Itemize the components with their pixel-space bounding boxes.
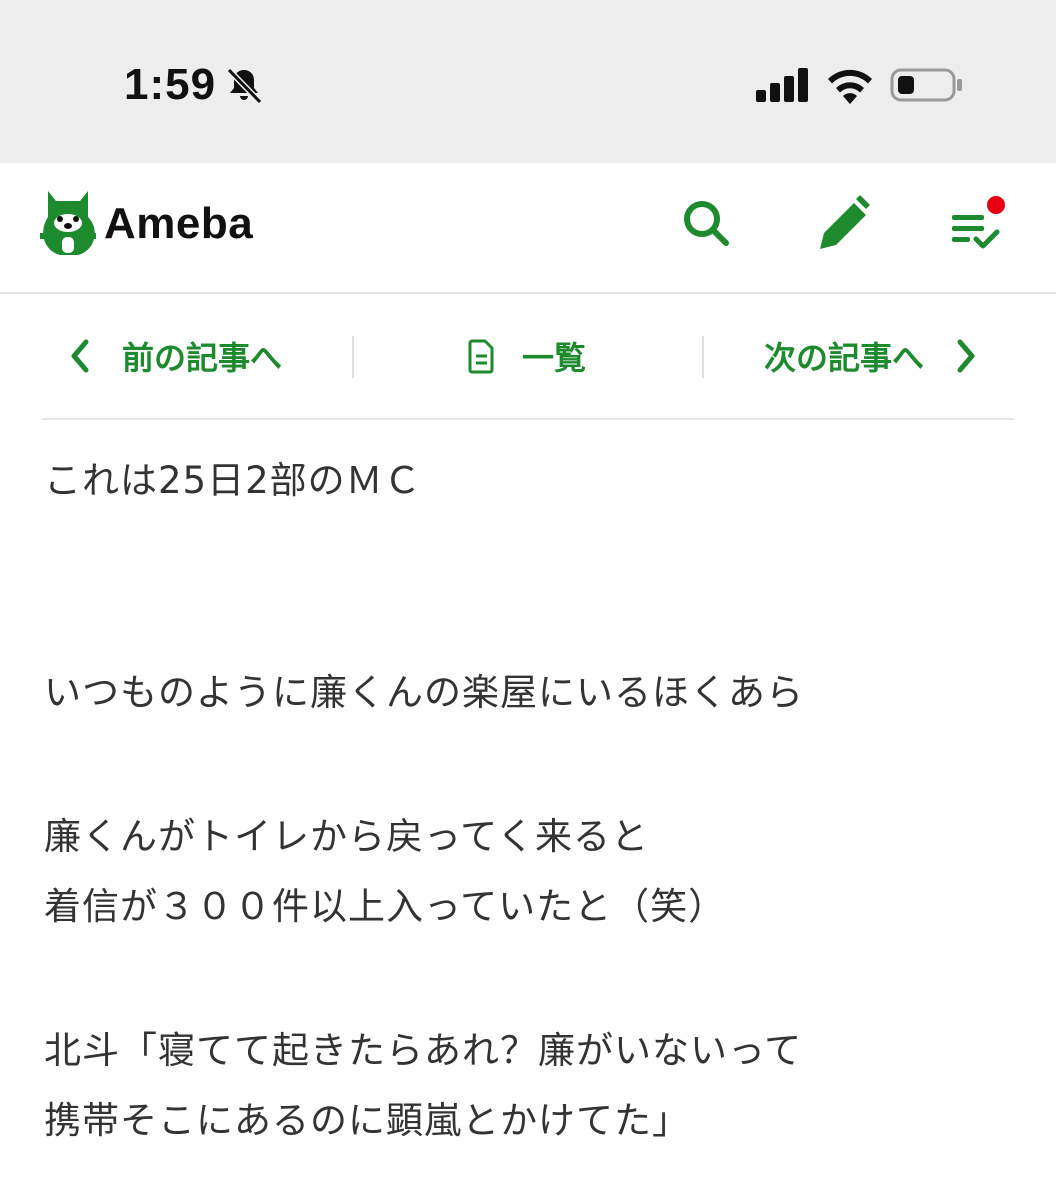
chevron-right-icon [957, 339, 975, 373]
bell-slash-icon [226, 67, 263, 105]
document-icon [468, 339, 494, 374]
cellular-signal-icon [756, 68, 808, 102]
status-bar: 1:59 [0, 0, 1056, 163]
wifi-icon [828, 69, 872, 104]
next-article-link[interactable]: 次の記事へ [764, 332, 980, 380]
article-paragraph: 北斗「寝てて起きたらあれ？廉がいないって [44, 1029, 803, 1072]
next-article-label: 次の記事へ [764, 339, 925, 377]
chevron-left-icon [71, 339, 89, 373]
article-list-link[interactable]: 一覧 [468, 332, 586, 380]
checklist-icon[interactable] [944, 191, 1008, 255]
search-icon[interactable] [674, 191, 738, 255]
article-paragraph: 着信が３００件以上入っていたと（笑） [44, 885, 727, 928]
pencil-icon[interactable] [810, 191, 874, 255]
battery-icon [890, 68, 962, 102]
prev-article-label: 前の記事へ [122, 339, 283, 377]
nav-divider [702, 336, 704, 378]
article-paragraph: いつものように廉くんの楽屋にいるほくあら [44, 671, 804, 714]
nav-divider [352, 336, 354, 378]
article-paragraph: これは25日2部のＭＣ [44, 459, 422, 502]
prev-article-link[interactable]: 前の記事へ [66, 332, 282, 380]
article-list-label: 一覧 [522, 339, 587, 377]
status-time: 1:59 [124, 60, 217, 109]
article-paragraph: 携帯そこにあるのに顕嵐とかけてた」 [44, 1099, 690, 1142]
ameba-logo-text[interactable]: Ameba [104, 199, 253, 249]
app-header: Ameba [0, 163, 1056, 294]
article-paragraph: 廉くんがトイレから戻ってく来ると [44, 815, 650, 858]
ameba-logo-icon[interactable] [40, 189, 96, 257]
article-nav: 前の記事へ 一覧 次の記事へ [42, 294, 1014, 420]
